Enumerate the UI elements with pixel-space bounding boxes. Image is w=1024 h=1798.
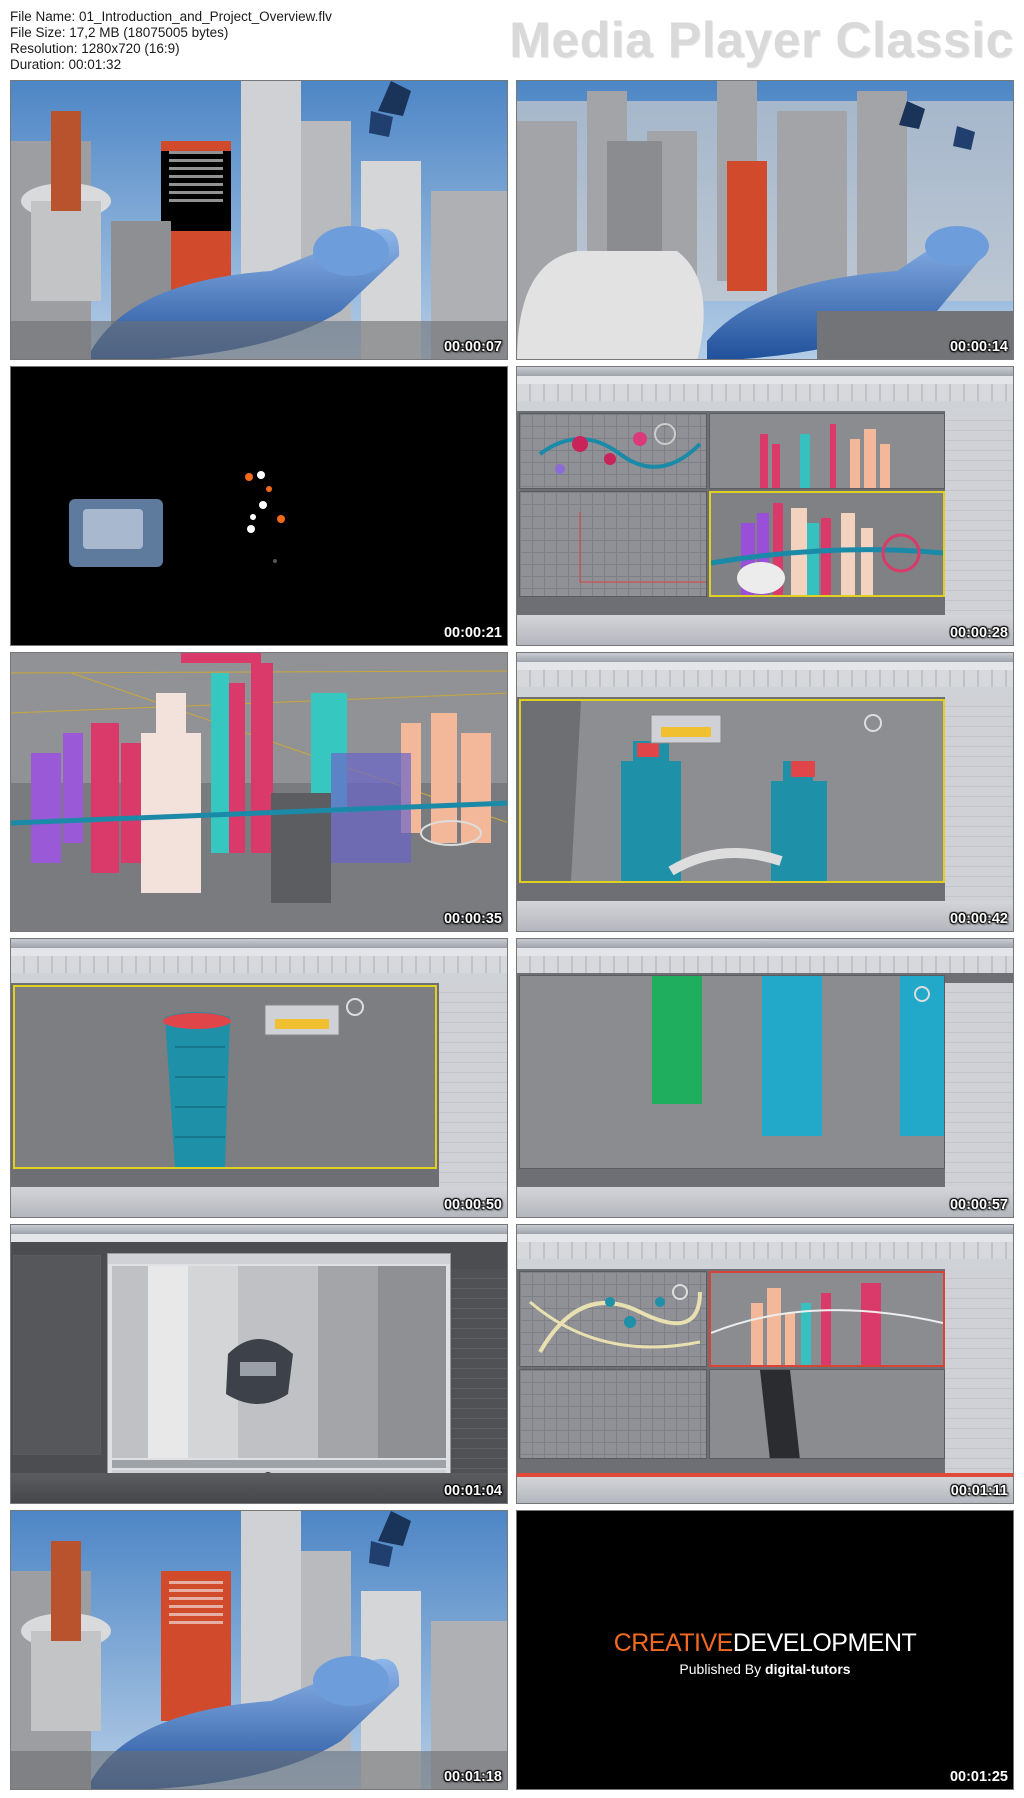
published-by-label: Published By <box>679 1661 762 1677</box>
thumbnail-12[interactable]: CREATIVEDEVELOPMENT Published By digital… <box>516 1510 1014 1790</box>
thumbnail-8[interactable]: 00:00:57 <box>516 938 1014 1218</box>
timestamp: 00:00:35 <box>443 911 502 927</box>
timestamp: 00:00:57 <box>949 1197 1008 1213</box>
thumbnail-1[interactable]: 00:00:07 <box>10 80 508 360</box>
timestamp: 00:01:04 <box>443 1483 502 1499</box>
file-info: File Name: 01_Introduction_and_Project_O… <box>10 9 332 73</box>
credits-title: CREATIVEDEVELOPMENT <box>517 1629 1013 1658</box>
timestamp: 00:00:14 <box>949 339 1008 355</box>
timestamp: 00:01:18 <box>443 1769 502 1785</box>
resolution: Resolution: 1280x720 (16:9) <box>10 41 180 56</box>
timestamp: 00:00:50 <box>443 1197 502 1213</box>
timestamp: 00:00:21 <box>443 625 502 641</box>
duration: Duration: 00:01:32 <box>10 57 122 72</box>
thumbnail-2[interactable]: 00:00:14 <box>516 80 1014 360</box>
timestamp: 00:01:25 <box>949 1769 1008 1785</box>
thumbnail-7[interactable]: 00:00:50 <box>10 938 508 1218</box>
timestamp: 00:00:28 <box>949 625 1008 641</box>
timestamp: 00:00:42 <box>949 911 1008 927</box>
file-size: File Size: 17,2 MB (18075005 bytes) <box>10 25 229 40</box>
publisher-name: digital-tutors <box>765 1661 851 1677</box>
file-name: File Name: 01_Introduction_and_Project_O… <box>10 9 332 24</box>
timestamp: 00:01:11 <box>950 1483 1008 1499</box>
thumbnail-5[interactable]: 00:00:35 <box>10 652 508 932</box>
brand-watermark: Media Player Classic <box>509 12 1014 68</box>
thumbnail-3[interactable]: 00:00:21 <box>10 366 508 646</box>
thumbnail-4[interactable]: 00:00:28 <box>516 366 1014 646</box>
thumbnail-6[interactable]: 00:00:42 <box>516 652 1014 932</box>
creative-word: CREATIVE <box>613 1629 734 1657</box>
timestamp: 00:00:07 <box>443 339 502 355</box>
development-word: DEVELOPMENT <box>732 1629 917 1657</box>
contact-sheet: File Name: 01_Introduction_and_Project_O… <box>0 0 1024 1798</box>
thumbnail-11[interactable]: 00:01:18 <box>10 1510 508 1790</box>
credits-publisher: Published By digital-tutors <box>517 1661 1013 1677</box>
thumbnail-9[interactable]: 00:01:04 <box>10 1224 508 1504</box>
thumbnail-10[interactable]: 00:01:11 <box>516 1224 1014 1504</box>
